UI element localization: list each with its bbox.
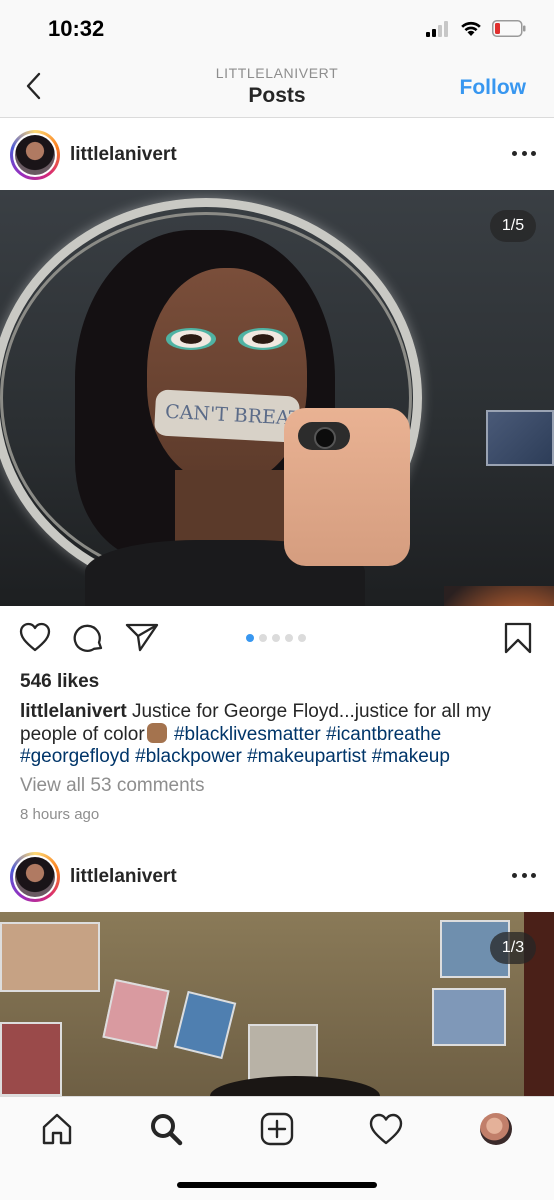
- lamp: [444, 586, 554, 606]
- view-comments-link[interactable]: View all 53 comments: [20, 775, 204, 797]
- status-bar: 10:32: [0, 0, 554, 58]
- carousel-dot: [272, 634, 280, 642]
- tab-profile[interactable]: [476, 1109, 516, 1149]
- carousel-dot: [285, 634, 293, 642]
- hashtag-link[interactable]: #blacklivesmatter: [174, 724, 321, 745]
- eye: [238, 328, 288, 350]
- neck: [175, 470, 285, 550]
- share-button[interactable]: [125, 622, 159, 657]
- hashtag-link[interactable]: #blackpower: [135, 746, 242, 767]
- phone-camera: [298, 422, 350, 450]
- wifi-icon: [461, 21, 481, 36]
- post-header: littlelanivert: [0, 118, 554, 190]
- wall-poster: [0, 922, 100, 992]
- home-icon: [42, 1113, 72, 1145]
- caption-username[interactable]: littlelanivert: [20, 701, 127, 722]
- follow-button[interactable]: Follow: [460, 76, 527, 100]
- dot-icon: [531, 872, 536, 878]
- search-icon: [151, 1114, 183, 1146]
- comment-icon: [73, 624, 103, 652]
- more-options-button[interactable]: [512, 143, 536, 163]
- comment-button[interactable]: [73, 622, 105, 659]
- carousel-counter: 1/3: [490, 932, 536, 964]
- face: [147, 268, 307, 483]
- caption: littlelanivert Justice for George Floyd.…: [20, 701, 520, 768]
- bookmark-icon: [504, 622, 532, 654]
- tab-search[interactable]: [146, 1109, 186, 1149]
- carousel-dots: [246, 634, 306, 642]
- dot-icon: [512, 872, 517, 878]
- phone: [284, 408, 410, 566]
- post-header: littlelanivert: [0, 840, 554, 912]
- profile-avatar: [480, 1113, 512, 1145]
- new-post-icon: [260, 1112, 294, 1146]
- post-username[interactable]: littlelanivert: [70, 144, 177, 166]
- carousel-dot: [298, 634, 306, 642]
- tab-activity[interactable]: [366, 1109, 406, 1149]
- dot-icon: [521, 150, 527, 156]
- carousel-dot-active: [246, 634, 254, 642]
- home-indicator[interactable]: [177, 1182, 377, 1188]
- status-icons: [426, 20, 526, 37]
- eye: [166, 328, 216, 350]
- wall-poster: [432, 988, 506, 1046]
- avatar[interactable]: [10, 130, 60, 180]
- post-username[interactable]: littlelanivert: [70, 866, 177, 888]
- tab-home[interactable]: [37, 1109, 77, 1149]
- send-icon: [125, 623, 159, 652]
- wall-art: [486, 410, 554, 466]
- activity-heart-icon: [369, 1113, 403, 1145]
- dot-icon: [531, 150, 536, 156]
- save-button[interactable]: [504, 622, 532, 659]
- heart-icon: [19, 622, 51, 652]
- post-timestamp: 8 hours ago: [20, 806, 100, 823]
- likes-count[interactable]: 546 likes: [20, 671, 99, 693]
- head: [210, 1076, 380, 1096]
- post-photo[interactable]: 1/3: [0, 912, 554, 1096]
- hashtag-link[interactable]: #makeupartist: [247, 746, 366, 767]
- more-options-button[interactable]: [512, 865, 536, 885]
- hashtag-link[interactable]: #icantbreathe: [326, 724, 441, 745]
- cellular-signal-icon: [426, 20, 448, 37]
- wall-poster: [248, 1024, 318, 1084]
- carousel-dot: [259, 634, 267, 642]
- status-time: 10:32: [48, 16, 105, 41]
- post-actions: [0, 606, 554, 670]
- carousel-counter: 1/5: [490, 210, 536, 242]
- hashtag-link[interactable]: #makeup: [372, 746, 450, 767]
- nav-bar: LITTLELANIVERT Posts Follow: [0, 58, 554, 118]
- wall-poster: [0, 1022, 62, 1096]
- wall-poster: [102, 978, 170, 1050]
- dot-icon: [521, 872, 527, 878]
- like-button[interactable]: [19, 622, 51, 657]
- battery-low-icon: [492, 20, 526, 37]
- photo-mouth-tape: CAN'T BREAT: [153, 389, 301, 443]
- hashtag-link[interactable]: #georgefloyd: [20, 746, 130, 767]
- tab-new-post[interactable]: [257, 1109, 297, 1149]
- wall-poster: [173, 990, 237, 1060]
- post-photo[interactable]: CAN'T BREAT 1/5: [0, 190, 554, 606]
- dot-icon: [512, 150, 517, 156]
- raised-fist-emoji-icon: [146, 723, 167, 743]
- avatar[interactable]: [10, 852, 60, 902]
